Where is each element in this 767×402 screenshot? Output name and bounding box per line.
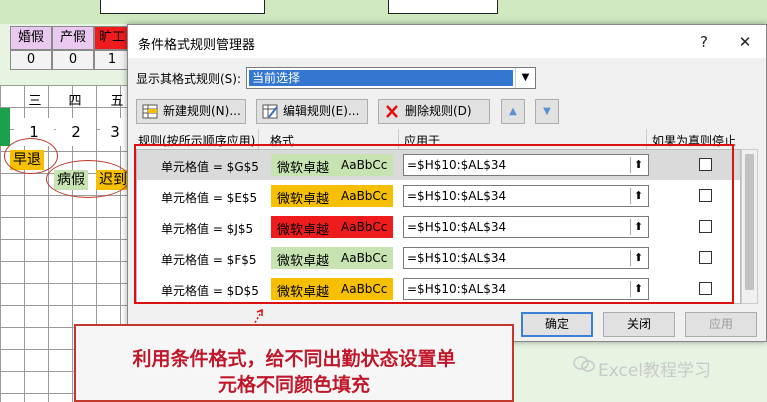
annotation-caption-line: 元格不同颜色填充 xyxy=(217,374,370,396)
new-rule-label: 新建规则(N)... xyxy=(163,104,241,118)
wechat-icon xyxy=(573,356,595,372)
leave-count-cell: 0 xyxy=(10,50,52,70)
sheet-top-cell xyxy=(100,0,265,14)
edit-rule-button[interactable]: 编辑规则(E)... xyxy=(256,99,368,124)
annotation-caption-line: 利用条件格式，给不同出勤状态设置单 xyxy=(132,348,456,370)
leave-header-cell: 产假 xyxy=(52,26,94,50)
ok-button[interactable]: 确定 xyxy=(521,312,593,337)
edit-rule-icon xyxy=(262,104,278,119)
show-rules-dropdown[interactable]: 当前选择 ▼ xyxy=(246,67,536,89)
show-rules-label: 显示其格式规则(S): xyxy=(136,72,242,86)
rules-list-scrollbar[interactable] xyxy=(741,149,758,304)
show-rules-value: 当前选择 xyxy=(249,70,513,86)
leave-header-cell: 婚假 xyxy=(10,26,52,50)
delete-icon xyxy=(386,105,398,118)
leave-count-cell: 0 xyxy=(52,50,94,70)
chevron-down-icon: ▼ xyxy=(543,106,551,117)
sheet-top-cell xyxy=(388,0,498,14)
day-number: 2 xyxy=(56,118,96,146)
close-button[interactable]: 关闭 xyxy=(603,312,675,337)
weekday-header: 四 xyxy=(68,94,82,109)
annotation-highlight-box xyxy=(134,144,734,304)
help-button[interactable]: ? xyxy=(693,31,715,53)
move-down-button[interactable]: ▼ xyxy=(535,99,559,124)
day-number: 3 xyxy=(100,118,130,146)
apply-button[interactable]: 应用 xyxy=(685,312,757,337)
move-up-button[interactable]: ▲ xyxy=(501,99,525,124)
annotation-caption: 利用条件格式，给不同出勤状态设置单 元格不同颜色填充 xyxy=(74,324,514,402)
leave-count-cell: 1 xyxy=(94,50,130,70)
new-rule-button[interactable]: 新建规则(N)... xyxy=(136,99,246,124)
delete-rule-label: 删除规则(D) xyxy=(405,104,472,118)
chevron-down-icon[interactable]: ▼ xyxy=(515,68,535,88)
chevron-up-icon: ▲ xyxy=(509,106,517,117)
edit-rule-label: 编辑规则(E)... xyxy=(283,104,360,118)
highlight-circle xyxy=(46,160,130,198)
watermark-text: Excel教程学习 xyxy=(598,361,712,381)
dialog-title: 条件格式规则管理器 xyxy=(138,38,256,53)
scrollbar-thumb[interactable] xyxy=(745,154,754,290)
close-icon[interactable]: ✕ xyxy=(734,31,756,53)
leave-header-cell: 旷工 xyxy=(94,26,130,50)
delete-rule-button[interactable]: 删除规则(D) xyxy=(378,99,490,124)
highlight-circle xyxy=(4,138,58,174)
new-rule-icon xyxy=(142,104,158,119)
dialog-titlebar[interactable]: 条件格式规则管理器 ? ✕ xyxy=(128,25,766,58)
sheet-row-marker xyxy=(0,108,10,146)
weekday-header: 三 xyxy=(28,94,42,109)
